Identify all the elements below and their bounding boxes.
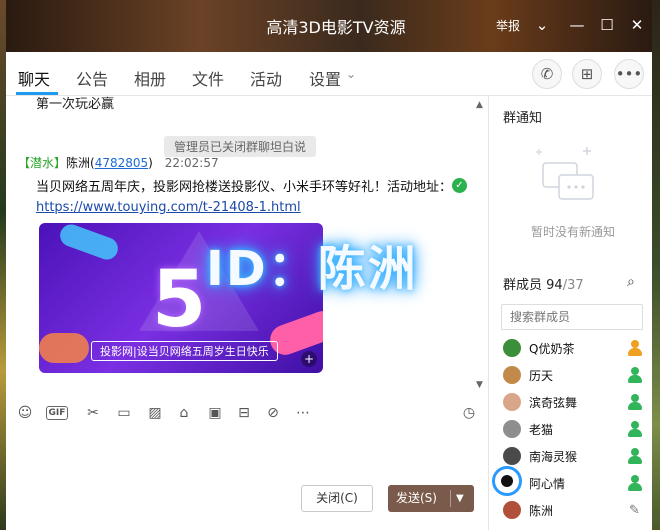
more-options-button[interactable]: ••• <box>614 59 644 89</box>
member-item[interactable]: 南海灵猴 <box>489 444 653 468</box>
tab-album[interactable]: 相册 <box>134 66 166 90</box>
shop-icon[interactable]: ⌂ <box>173 402 195 424</box>
notice-title: 群通知 <box>503 111 543 126</box>
block-icon[interactable]: ⊘ <box>262 402 284 424</box>
members-title-label: 群成员 <box>503 278 543 293</box>
edit-icon[interactable]: ✎ <box>629 503 640 518</box>
member-name: Q优奶茶 <box>529 342 575 356</box>
message-link[interactable]: https://www.touying.com/t-21408-1.html <box>36 200 301 215</box>
member-name: 历天 <box>529 369 554 383</box>
minimize-icon[interactable]: — <box>566 14 588 36</box>
phone-call-button[interactable]: ✆ <box>532 59 562 89</box>
message-text: 当贝网络五周年庆，投影网抢楼送投影仪、小米手环等好礼！活动地址： <box>36 180 453 195</box>
avatar <box>503 366 521 384</box>
scroll-down-icon[interactable]: ▼ <box>476 380 483 390</box>
tab-bar: 聊天 公告 相册 文件 活动 设置 ⌄ ✆ ⊞ ••• <box>6 52 652 96</box>
verified-link-icon: ✓ <box>452 178 467 193</box>
image-icon[interactable]: ▨ <box>144 402 166 424</box>
emoji-icon[interactable]: ☺ <box>14 402 36 424</box>
tab-announcements[interactable]: 公告 <box>76 66 108 90</box>
phone-icon: ✆ <box>540 65 554 83</box>
notice-empty-text: 暂时没有新通知 <box>531 225 616 239</box>
plus-box-icon: ⊞ <box>580 65 594 83</box>
title-bar[interactable]: 高清3D电影TV资源 举报 ⌄ — ☐ ✕ <box>6 0 652 52</box>
member-item[interactable]: 老猫 <box>489 417 653 441</box>
settings-chevron-icon[interactable]: ⌄ <box>346 67 356 81</box>
message-time: 22:02:57 <box>164 156 219 170</box>
more-tools-icon[interactable]: ⋯ <box>292 402 314 424</box>
empty-notice-icon <box>536 147 594 200</box>
send-button-divider <box>450 490 451 507</box>
more-dots-icon: ••• <box>615 65 643 83</box>
report-link[interactable]: 举报 <box>496 17 520 34</box>
uid-close-paren: ) <box>148 156 153 170</box>
admin-role-icon <box>627 339 643 357</box>
avatar <box>503 447 521 465</box>
promo-blob-orange <box>39 333 89 363</box>
promo-number: 5 <box>152 255 207 345</box>
member-level-badge: 【潜水】 <box>18 156 67 170</box>
sender-uid[interactable]: 4782805 <box>95 156 148 170</box>
watermark-logo-icon <box>492 466 522 496</box>
window-title: 高清3D电影TV资源 <box>266 18 406 37</box>
previous-message-text: 第一次玩必赢 <box>36 97 115 112</box>
history-clock-icon[interactable]: ◷ <box>458 402 480 424</box>
member-name: 阿心情 <box>529 477 566 491</box>
tab-files[interactable]: 文件 <box>192 66 224 90</box>
member-role-icon <box>627 420 643 438</box>
chevron-down-icon[interactable]: ⌄ <box>531 14 553 36</box>
chat-message-area[interactable]: 第一次玩必赢 管理员已关闭群聊坦白说 【潜水】陈洲(4782805) 22:02… <box>6 96 488 396</box>
send-button[interactable]: 发送(S) ▼ <box>388 485 474 512</box>
scroll-up-icon[interactable]: ▲ <box>476 100 483 110</box>
gif-icon[interactable]: GIF <box>46 406 68 420</box>
tab-chat[interactable]: 聊天 <box>18 66 50 90</box>
member-item[interactable]: Q优奶茶 <box>489 336 653 360</box>
tab-settings[interactable]: 设置 <box>309 66 341 90</box>
close-icon[interactable]: ✕ <box>626 14 648 36</box>
close-button[interactable]: 关闭(C) <box>301 485 373 512</box>
member-role-icon <box>627 447 643 465</box>
promo-caption: 投影网|设当贝网络五周岁生日快乐 <box>91 341 278 361</box>
member-item[interactable]: 滨奇弦舞 <box>489 390 653 414</box>
avatar <box>503 420 521 438</box>
avatar <box>503 393 521 411</box>
member-role-icon <box>627 474 643 492</box>
tab-activities[interactable]: 活动 <box>250 66 282 90</box>
member-item[interactable]: 历天 <box>489 363 653 387</box>
gift-icon[interactable]: ▣ <box>204 402 226 424</box>
group-chat-window: 高清3D电影TV资源 举报 ⌄ — ☐ ✕ 聊天 公告 相册 文件 活动 设置 … <box>6 0 652 530</box>
watermark-text: ID：陈洲 <box>206 241 418 297</box>
maximize-icon[interactable]: ☐ <box>596 14 618 36</box>
scissors-icon[interactable]: ✂ <box>82 402 104 424</box>
background-right <box>652 0 660 530</box>
active-tab-indicator <box>16 92 58 95</box>
members-online-count: 94 <box>546 278 563 293</box>
member-name: 滨奇弦舞 <box>529 396 578 410</box>
add-app-button[interactable]: ⊞ <box>572 59 602 89</box>
folder-icon[interactable]: ▭ <box>113 402 135 424</box>
member-search-input[interactable] <box>501 304 643 330</box>
sender-name[interactable]: 陈洲 <box>66 156 90 170</box>
member-name: 陈洲 <box>529 504 554 518</box>
avatar <box>503 339 521 357</box>
expand-image-icon[interactable]: + <box>301 351 317 367</box>
members-title: 群成员 94/37 <box>503 274 584 293</box>
promo-blob-cyan <box>57 223 121 263</box>
send-options-chevron-icon[interactable]: ▼ <box>456 485 464 512</box>
member-role-icon <box>627 393 643 411</box>
avatar <box>503 501 521 519</box>
member-role-icon <box>627 366 643 384</box>
composer-toolbar: ☺ GIF ✂ ▭ ▨ ⌂ ▣ ⊟ ⊘ ⋯ ◷ <box>6 400 488 428</box>
message-sender: 【潜水】陈洲(4782805) 22:02:57 <box>18 154 219 171</box>
send-button-label: 发送(S) <box>396 491 437 505</box>
search-icon[interactable]: ⌕ <box>627 274 635 290</box>
members-total-count: /37 <box>562 278 584 293</box>
member-name: 南海灵猴 <box>529 450 578 464</box>
right-panel: 群通知 暂时没有新通知 群成员 94/37 ⌕ Q优奶茶 历天 滨奇弦舞 <box>488 96 652 530</box>
red-packet-icon[interactable]: ⊟ <box>233 402 255 424</box>
member-name: 老猫 <box>529 423 554 437</box>
